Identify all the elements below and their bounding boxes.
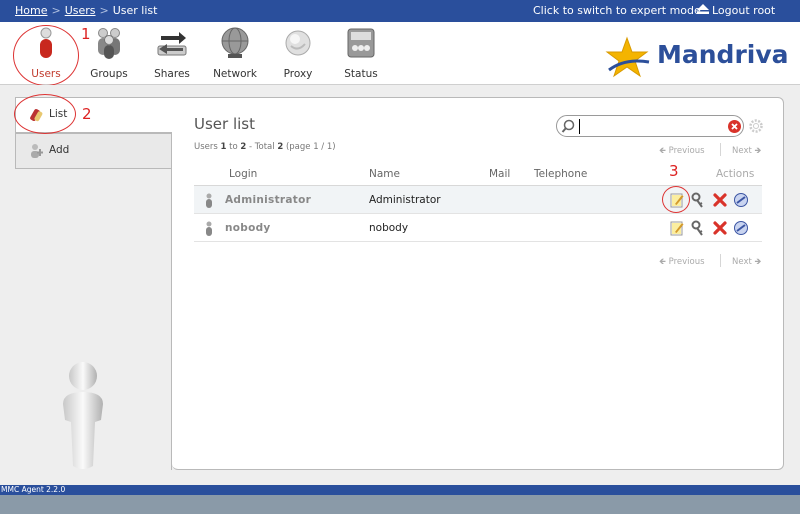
mandriva-logo: Mandriva bbox=[605, 36, 789, 80]
table-row: nobody nobody bbox=[194, 214, 762, 242]
next-link[interactable]: Next 🡺 bbox=[732, 256, 761, 270]
name-cell: Administrator bbox=[369, 194, 441, 206]
module-label: Shares bbox=[154, 68, 190, 80]
top-bar: Home > Users > User list Click to switch to … bbox=[0, 0, 800, 22]
user-icon bbox=[206, 221, 212, 236]
column-name: Name bbox=[369, 168, 400, 180]
proxy-icon bbox=[285, 30, 311, 56]
summary-mid: - Total bbox=[246, 142, 278, 152]
expert-mode-link[interactable]: Click to switch to expert mode bbox=[533, 4, 701, 17]
annotation-number: 2 bbox=[82, 105, 92, 123]
add-user-icon bbox=[31, 144, 43, 158]
summary-to-word: to bbox=[226, 142, 241, 152]
search-icon[interactable] bbox=[561, 119, 576, 134]
module-label: Network bbox=[213, 68, 257, 80]
version-label: MMC Agent 2.2.0 bbox=[1, 485, 66, 494]
search-box bbox=[556, 115, 744, 137]
user-silhouette-icon bbox=[63, 362, 103, 469]
backup-icon[interactable] bbox=[733, 192, 749, 208]
delete-icon[interactable] bbox=[712, 192, 728, 208]
next-label: Next bbox=[732, 146, 752, 156]
status-icon bbox=[347, 28, 375, 58]
edit-icon[interactable] bbox=[669, 220, 685, 236]
sidebar-item-label: Add bbox=[49, 144, 70, 156]
sidebar-item-add[interactable]: Add bbox=[15, 133, 172, 169]
pager-divider bbox=[720, 254, 721, 267]
annotation-number: 1 bbox=[81, 25, 91, 43]
module-status[interactable]: Status bbox=[333, 26, 389, 82]
column-login: Login bbox=[229, 168, 258, 180]
breadcrumb-home-link[interactable]: Home bbox=[15, 4, 47, 17]
sidebar: List Add 2 bbox=[0, 85, 173, 485]
annotation-circle bbox=[14, 94, 76, 134]
breadcrumb-separator: > bbox=[99, 4, 109, 17]
groups-icon bbox=[98, 28, 120, 59]
previous-label: Previous bbox=[668, 257, 705, 267]
module-label: Proxy bbox=[283, 68, 313, 80]
module-label: Groups bbox=[90, 68, 128, 80]
module-label: Status bbox=[344, 68, 378, 80]
login-cell[interactable]: Administrator bbox=[225, 194, 311, 206]
breadcrumb-current: User list bbox=[112, 4, 158, 17]
backup-icon[interactable] bbox=[733, 220, 749, 236]
delete-icon[interactable] bbox=[712, 220, 728, 236]
acl-key-icon[interactable] bbox=[690, 220, 706, 236]
star-icon bbox=[605, 36, 650, 78]
login-cell[interactable]: nobody bbox=[225, 222, 271, 234]
name-cell: nobody bbox=[369, 222, 409, 234]
annotation-circle bbox=[13, 25, 79, 86]
acl-key-icon[interactable] bbox=[690, 192, 706, 208]
summary-prefix: Users bbox=[194, 142, 221, 152]
logout-label: Logout root bbox=[712, 4, 776, 17]
result-summary: Users 1 to 2 - Total 2 (page 1 / 1) bbox=[194, 142, 336, 152]
footer: MMC Agent 2.2.0 bbox=[0, 485, 800, 495]
breadcrumb: Home > Users > User list bbox=[15, 4, 157, 17]
gear-icon[interactable] bbox=[748, 118, 764, 134]
column-actions: Actions bbox=[716, 168, 755, 180]
shares-icon bbox=[157, 32, 187, 56]
footer-strip bbox=[0, 495, 800, 514]
eject-icon bbox=[697, 4, 709, 17]
previous-link[interactable]: 🡸 Previous bbox=[659, 256, 705, 270]
previous-link[interactable]: 🡸 Previous bbox=[659, 145, 705, 159]
annotation-circle bbox=[662, 186, 690, 213]
breadcrumb-separator: > bbox=[51, 4, 61, 17]
column-telephone: Telephone bbox=[534, 168, 588, 180]
search-input[interactable] bbox=[579, 119, 724, 134]
module-bar: Users Groups Shares Network Proxy Status… bbox=[0, 22, 800, 86]
annotation-number: 3 bbox=[669, 162, 679, 180]
module-proxy[interactable]: Proxy bbox=[270, 26, 326, 82]
logout-link[interactable]: Logout root bbox=[697, 4, 775, 17]
user-icon bbox=[206, 193, 212, 208]
next-link[interactable]: Next 🡺 bbox=[732, 145, 761, 159]
page-title: User list bbox=[194, 115, 255, 133]
logo-text: Mandriva bbox=[657, 40, 789, 69]
column-mail: Mail bbox=[489, 168, 511, 180]
network-icon bbox=[221, 27, 249, 58]
breadcrumb-users-link[interactable]: Users bbox=[65, 4, 96, 17]
module-network[interactable]: Network bbox=[207, 26, 263, 82]
pager-divider bbox=[720, 143, 721, 156]
summary-suffix: (page 1 / 1) bbox=[283, 142, 336, 152]
main-panel: User list Users 1 to 2 - Total 2 (page 1… bbox=[172, 97, 784, 470]
clear-search-icon[interactable] bbox=[727, 119, 742, 134]
previous-label: Previous bbox=[668, 146, 705, 156]
next-label: Next bbox=[732, 257, 752, 267]
module-shares[interactable]: Shares bbox=[144, 26, 200, 82]
